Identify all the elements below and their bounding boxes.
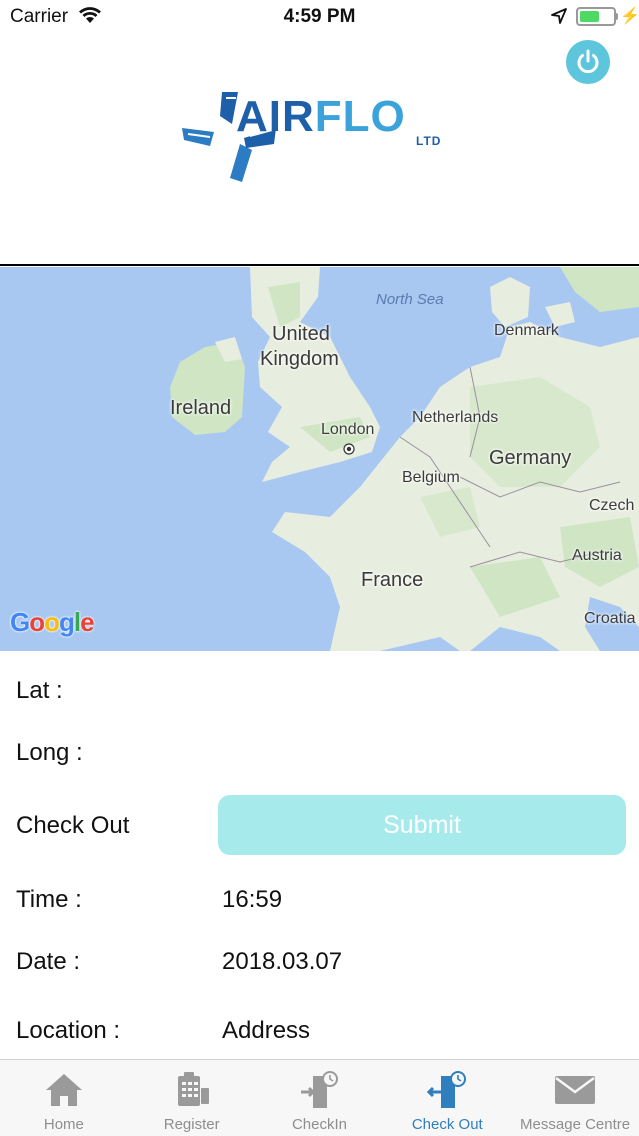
tab-message-centre[interactable]: Message Centre [511,1060,639,1136]
tab-label-register: Register [163,1116,220,1133]
map-label-north-sea: North Sea [376,291,444,308]
register-icon [177,1072,209,1106]
long-label: Long : [16,739,83,766]
mail-icon [555,1076,596,1104]
checkin-icon [301,1071,339,1108]
location-value: Address [222,1017,311,1044]
tab-label-message-centre: Message Centre [520,1116,631,1133]
battery-icon [576,7,616,26]
power-icon [577,49,599,74]
map-label-germany: Germany [489,447,572,469]
tab-checkin[interactable]: CheckIn [256,1060,384,1136]
map-label-belgium: Belgium [402,469,460,486]
checkout-icon [427,1071,467,1108]
status-time: 4:59 PM [283,6,356,27]
map-label-czech: Czech [589,497,635,514]
time-value: 16:59 [222,886,283,913]
tab-home[interactable]: Home [0,1060,128,1136]
date-value: 2018.03.07 [222,948,343,975]
submit-button[interactable]: Submit [218,795,626,855]
date-label: Date : [16,948,81,975]
status-bar: Carrier 4:59 PM ⚡ [0,0,639,34]
tab-label-checkin: CheckIn [291,1116,347,1133]
map-label-kingdom: Kingdom [260,348,339,370]
checkout-label: Check Out [16,812,130,839]
power-button[interactable] [566,40,610,84]
logo-ltd: LTD [416,134,442,148]
charging-icon: ⚡ [620,8,639,25]
map-label-france: France [361,569,424,591]
tab-bar: Home Register CheckIn Check Out Message … [0,1059,639,1136]
tab-label-home: Home [43,1116,84,1133]
map-label-united: United [272,323,330,345]
map-label-croatia: Croatia [584,610,636,627]
logo-wordmark: AIRFLO [236,92,406,141]
london-marker-icon [343,443,355,455]
map-label-london: London [321,421,375,438]
home-icon [45,1074,82,1106]
map-label-netherlands: Netherlands [412,409,499,426]
lat-label: Lat : [16,677,63,704]
google-attribution: Google [10,607,95,637]
location-arrow-icon [551,8,567,24]
map-label-austria: Austria [572,547,622,564]
tab-register[interactable]: Register [128,1060,256,1136]
tab-checkout[interactable]: Check Out [383,1060,511,1136]
app-header: AIRFLO LTD [0,34,639,266]
map-view[interactable]: North Sea United Kingdom Ireland London … [0,267,639,651]
airflo-logo: AIRFLO LTD [180,88,470,188]
location-label: Location : [16,1017,121,1044]
tab-label-checkout: Check Out [411,1116,483,1133]
time-label: Time : [16,886,82,913]
map-label-ireland: Ireland [170,397,232,419]
map-label-denmark: Denmark [494,322,559,339]
